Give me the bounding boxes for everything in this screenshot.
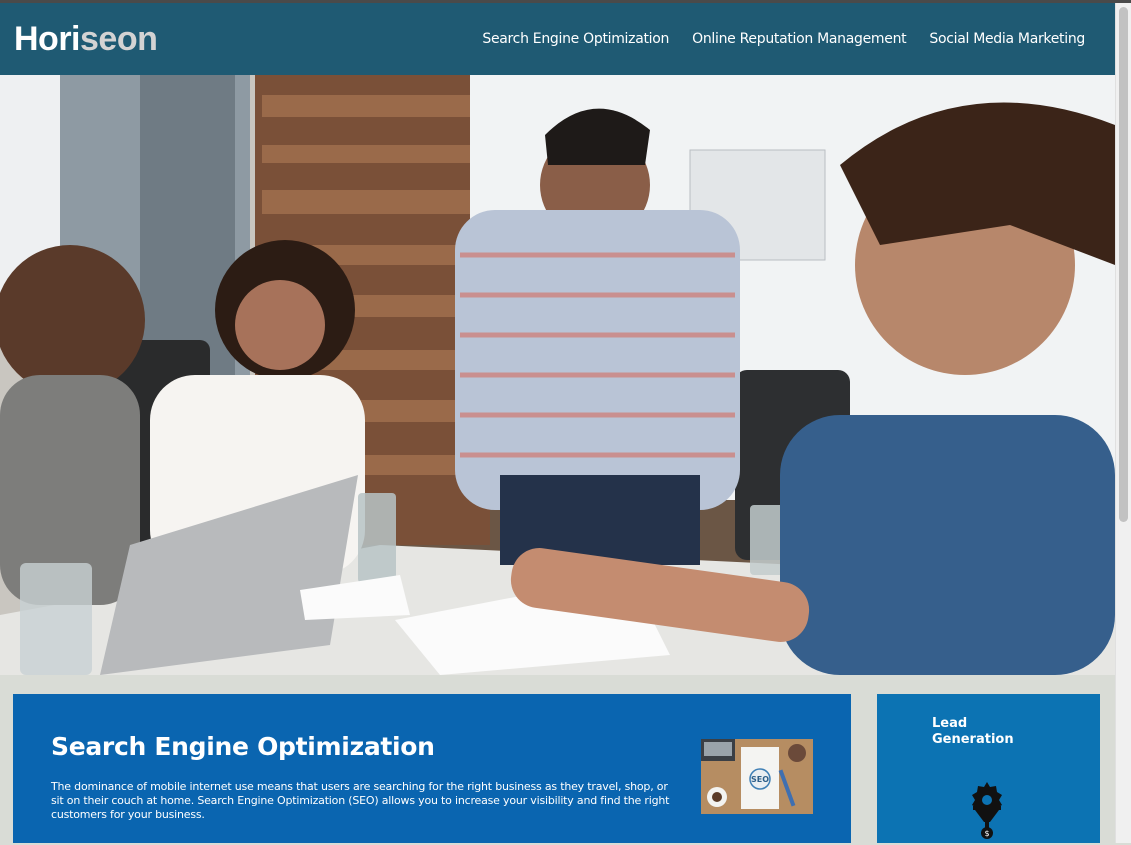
nav-link-social-media[interactable]: Social Media Marketing xyxy=(929,31,1085,47)
lead-generation-card: Lead Generation $ xyxy=(877,694,1100,843)
site-logo[interactable]: Horiseon xyxy=(14,20,158,59)
page-scrollbar[interactable] xyxy=(1115,3,1131,843)
seo-card-title: Search Engine Optimization xyxy=(51,732,435,761)
site-header: Horiseon Search Engine Optimization Onli… xyxy=(0,3,1115,75)
scrollbar-thumb[interactable] xyxy=(1119,7,1128,522)
seo-card: Search Engine Optimization The dominance… xyxy=(13,694,851,843)
nav-link-reputation[interactable]: Online Reputation Management xyxy=(692,31,907,47)
seo-card-text: The dominance of mobile internet use mea… xyxy=(51,780,670,821)
seo-thumb-badge: SEO xyxy=(751,775,769,784)
main-nav: Search Engine Optimization Online Reputa… xyxy=(482,31,1085,47)
lead-card-title: Lead Generation xyxy=(932,716,1014,747)
team-meeting-photo xyxy=(0,75,1115,675)
hero-image xyxy=(0,75,1115,675)
svg-text:$: $ xyxy=(984,829,989,838)
nav-link-seo[interactable]: Search Engine Optimization xyxy=(482,31,669,47)
lead-generation-icon: $ xyxy=(967,780,1007,845)
seo-thumbnail-image: SEO xyxy=(701,739,813,814)
